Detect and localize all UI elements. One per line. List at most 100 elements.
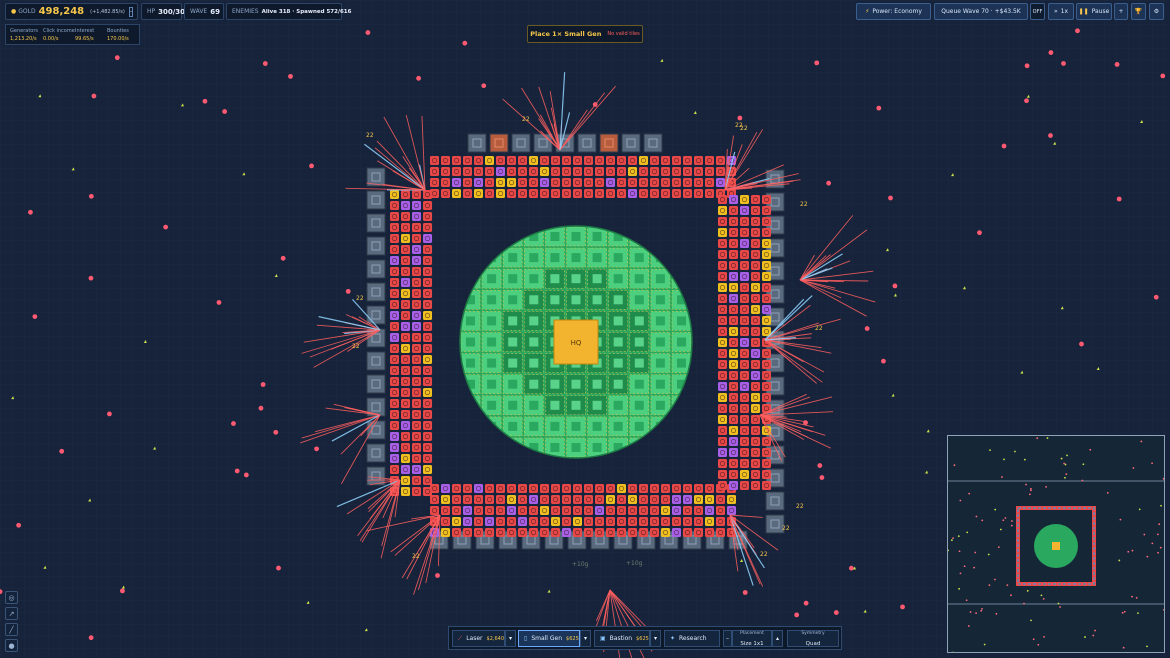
enemy-red: [1061, 61, 1066, 66]
tower-tile: [551, 189, 560, 198]
tower-tile: [441, 189, 450, 198]
damage-number: 22: [735, 122, 743, 129]
tower-tile: [740, 206, 749, 215]
tower-tile: [584, 484, 593, 493]
tower-tile: [639, 178, 648, 187]
minimap-enemy: [953, 464, 956, 467]
damage-number: 22: [815, 325, 823, 332]
trophy-button[interactable]: 🏆: [1131, 3, 1146, 20]
tower-tile: [705, 528, 714, 537]
stat-item: Click income 0.00/s: [43, 28, 75, 42]
pause-button[interactable]: ❚❚ Pause: [1076, 3, 1112, 20]
tower-tile: [617, 506, 626, 515]
dot-tool[interactable]: ●: [5, 639, 18, 652]
tower-tile: [423, 256, 432, 265]
tower-tile: [423, 377, 432, 386]
tower-tile: [412, 267, 421, 276]
tower-tile: [390, 300, 399, 309]
speed-label: 1x: [1060, 8, 1069, 15]
enemy-red: [1075, 28, 1080, 34]
generator-core: [529, 274, 539, 284]
power-mode-button[interactable]: ⚡ Power: Economy: [856, 3, 931, 20]
tower-tile: [412, 333, 421, 342]
placement-title: Place 1× Small Gen: [530, 30, 602, 38]
tower-tile: [740, 338, 749, 347]
speed-button[interactable]: » 1x: [1048, 3, 1074, 20]
symmetry-button[interactable]: Symmetry Quad: [787, 630, 839, 647]
tower-tile: [672, 528, 681, 537]
settings-button[interactable]: ⚙: [1149, 3, 1164, 20]
tower-tile: [628, 167, 637, 176]
tower-tile: [729, 294, 738, 303]
enemy-red: [814, 60, 820, 66]
tower-tile: [390, 311, 399, 320]
tower-tile: [551, 495, 560, 504]
minimap-enemy: [975, 515, 978, 518]
tower-tile: [606, 156, 615, 165]
research-button[interactable]: ✦ Research: [664, 630, 720, 647]
tower-tile: [606, 506, 615, 515]
add-button[interactable]: +: [1114, 3, 1128, 20]
minimap-enemy: [1146, 645, 1148, 648]
tower-tile: [463, 189, 472, 198]
tower-tile: [617, 189, 626, 198]
hq-label: HQ: [571, 339, 582, 347]
generator-core: [634, 274, 644, 284]
generator-core: [508, 274, 518, 284]
wall-block: [366, 236, 386, 256]
tower-tile: [540, 528, 549, 537]
minimap-enemy: [1043, 635, 1045, 638]
tower-tile: [412, 465, 421, 474]
tower-tile: [551, 484, 560, 493]
tower-tile: [617, 178, 626, 187]
build-laser-button[interactable]: ⟋ Laser $2,640: [452, 630, 505, 647]
tower-tile: [423, 300, 432, 309]
tower-tile: [762, 349, 771, 358]
minimap-enemy: [1138, 508, 1141, 511]
tower-tile: [412, 487, 421, 496]
tower-tile: [474, 506, 483, 515]
build-small-gen-button[interactable]: ▯ Small Gen $625: [518, 630, 580, 647]
line-tool[interactable]: ╱: [5, 623, 18, 636]
tower-tile: [573, 178, 582, 187]
placement-size-down-button[interactable]: –: [723, 630, 732, 647]
laser-options-button[interactable]: ▾: [505, 630, 516, 647]
tower-tile: [401, 421, 410, 430]
tower-tile: [617, 528, 626, 537]
tower-tile: [529, 506, 538, 515]
enemy-red: [1048, 50, 1054, 55]
generator-core: [592, 274, 602, 284]
placement-size-up-button[interactable]: ▴: [772, 630, 783, 647]
enemy-red: [288, 73, 293, 79]
minus-icon: –: [726, 635, 729, 642]
auto-wave-toggle[interactable]: OFF: [1030, 3, 1045, 20]
bastion-options-button[interactable]: ▾: [650, 630, 661, 647]
minimap-enemy: [1151, 462, 1153, 465]
tower-tile: [650, 517, 659, 526]
small-gen-options-button[interactable]: ▾: [580, 630, 591, 647]
minimap[interactable]: [947, 435, 1165, 653]
tower-tile: [529, 156, 538, 165]
tower-tile: [718, 283, 727, 292]
stat-label: Bounties: [107, 28, 129, 34]
tower-tile: [751, 382, 760, 391]
tower-tile: [562, 189, 571, 198]
generator-core: [508, 316, 518, 326]
generator-core: [592, 421, 602, 431]
queue-wave-button[interactable]: Queue Wave 70 · +$43.5K: [934, 3, 1028, 20]
pointer-tool[interactable]: ↗: [5, 607, 18, 620]
target-tool[interactable]: ◎: [5, 591, 18, 604]
tower-tile: [412, 399, 421, 408]
tower-tile: [401, 311, 410, 320]
tower-tile: [718, 316, 727, 325]
tower-tile: [683, 189, 692, 198]
enemy-red: [1048, 133, 1053, 138]
stat-value: 0.00/s: [43, 36, 59, 42]
tower-tile: [672, 495, 681, 504]
tower-tile: [762, 294, 771, 303]
collapse-button[interactable]: –: [128, 6, 134, 17]
generator-core: [487, 358, 497, 368]
build-bastion-button[interactable]: ▣ Bastion $625: [594, 630, 650, 647]
enemy-red: [1153, 294, 1159, 300]
tower-tile: [551, 528, 560, 537]
